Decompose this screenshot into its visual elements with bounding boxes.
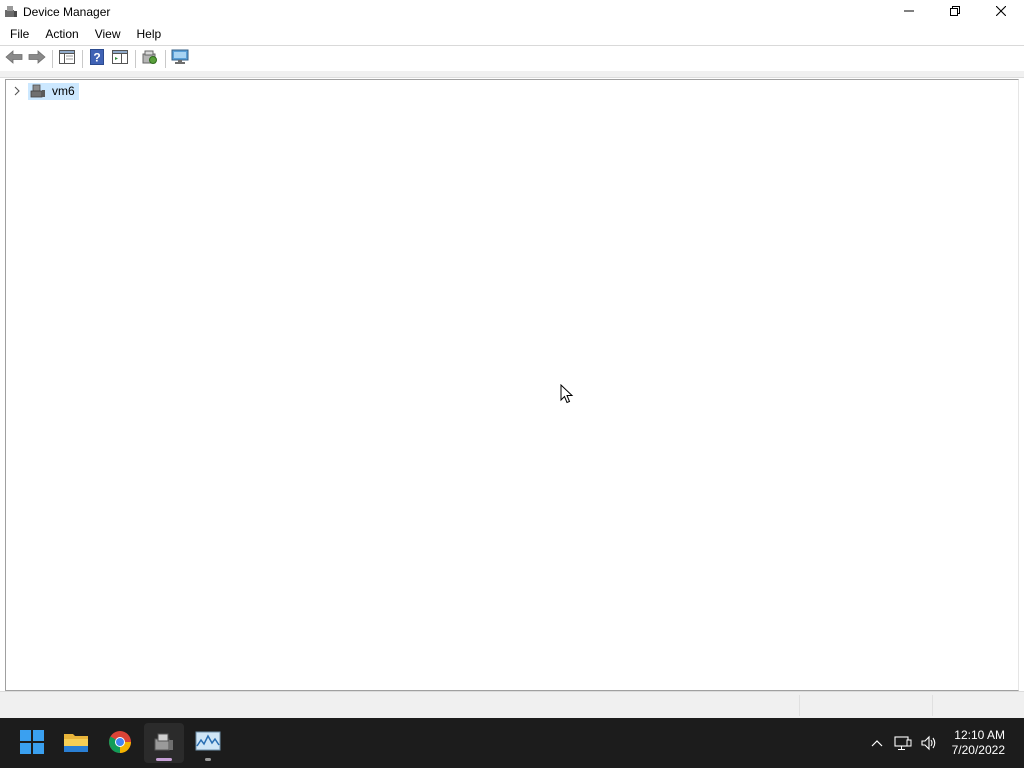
toolbar: ? [0, 45, 1024, 71]
clock-time: 12:10 AM [954, 728, 1005, 742]
chrome-button[interactable] [100, 723, 140, 763]
resource-monitor-button[interactable] [188, 723, 228, 763]
toolbar-separator [82, 49, 83, 68]
status-pane [932, 695, 1020, 716]
restore-button[interactable] [932, 0, 978, 23]
menu-view[interactable]: View [87, 23, 129, 45]
file-explorer-icon [63, 731, 89, 756]
restore-icon [950, 5, 960, 19]
network-icon[interactable] [891, 731, 915, 755]
device-manager-taskbar-button[interactable] [144, 723, 184, 763]
show-action-pane-icon [112, 50, 128, 67]
window-edge [1019, 79, 1024, 691]
minimize-button[interactable] [886, 0, 932, 23]
start-icon [20, 729, 44, 757]
back-arrow-icon [5, 50, 23, 67]
tree-node-selected[interactable]: vm6 [28, 82, 79, 100]
menu-action[interactable]: Action [37, 23, 86, 45]
minimize-icon [904, 5, 914, 19]
chrome-icon [108, 730, 132, 757]
show-hide-console-tree-button[interactable] [56, 48, 78, 70]
scan-hardware-button[interactable] [139, 48, 161, 70]
menu-file[interactable]: File [2, 23, 37, 45]
monitor-icon [171, 49, 189, 68]
tree-node-vm6[interactable]: vm6 [10, 82, 79, 100]
svg-text:?: ? [93, 51, 100, 65]
forward-arrow-icon [28, 50, 46, 67]
toolbar-divider [0, 71, 1024, 78]
volume-icon[interactable] [917, 731, 941, 755]
running-indicator [205, 758, 211, 761]
status-pane [799, 695, 932, 716]
menu-help[interactable]: Help [129, 23, 170, 45]
window-title: Device Manager [23, 4, 111, 19]
clock-date: 7/20/2022 [951, 743, 1005, 757]
back-button[interactable] [3, 48, 25, 70]
mouse-cursor-icon [560, 384, 574, 404]
help-icon: ? [90, 49, 104, 68]
taskbar-clock[interactable]: 12:10 AM 7/20/2022 [942, 728, 1024, 758]
toolbar-separator [52, 49, 53, 68]
file-explorer-button[interactable] [56, 723, 96, 763]
device-tree[interactable]: vm6 [5, 79, 1019, 691]
system-tray: 12:10 AM 7/20/2022 [864, 718, 1024, 768]
computer-icon [30, 83, 46, 99]
help-button[interactable]: ? [86, 48, 108, 70]
resource-monitor-icon [195, 731, 221, 756]
active-indicator [156, 758, 172, 761]
start-button[interactable] [12, 723, 52, 763]
title-bar: Device Manager [0, 0, 1024, 23]
forward-button[interactable] [26, 48, 48, 70]
close-button[interactable] [978, 0, 1024, 23]
close-icon [995, 5, 1007, 19]
scan-hardware-icon [142, 49, 158, 68]
toolbar-separator [165, 49, 166, 68]
toolbar-separator [135, 49, 136, 68]
show-action-pane-button[interactable] [109, 48, 131, 70]
device-manager-icon [152, 730, 176, 757]
show-hide-console-tree-icon [59, 50, 75, 67]
menu-bar: File Action View Help [0, 23, 1024, 45]
device-manager-icon [4, 5, 18, 19]
chevron-up-icon[interactable] [865, 731, 889, 755]
expand-chevron-icon[interactable] [10, 82, 24, 100]
tree-node-label: vm6 [52, 84, 75, 98]
taskbar: 12:10 AM 7/20/2022 [0, 718, 1024, 768]
monitor-button[interactable] [169, 48, 191, 70]
status-bar [0, 691, 1024, 718]
